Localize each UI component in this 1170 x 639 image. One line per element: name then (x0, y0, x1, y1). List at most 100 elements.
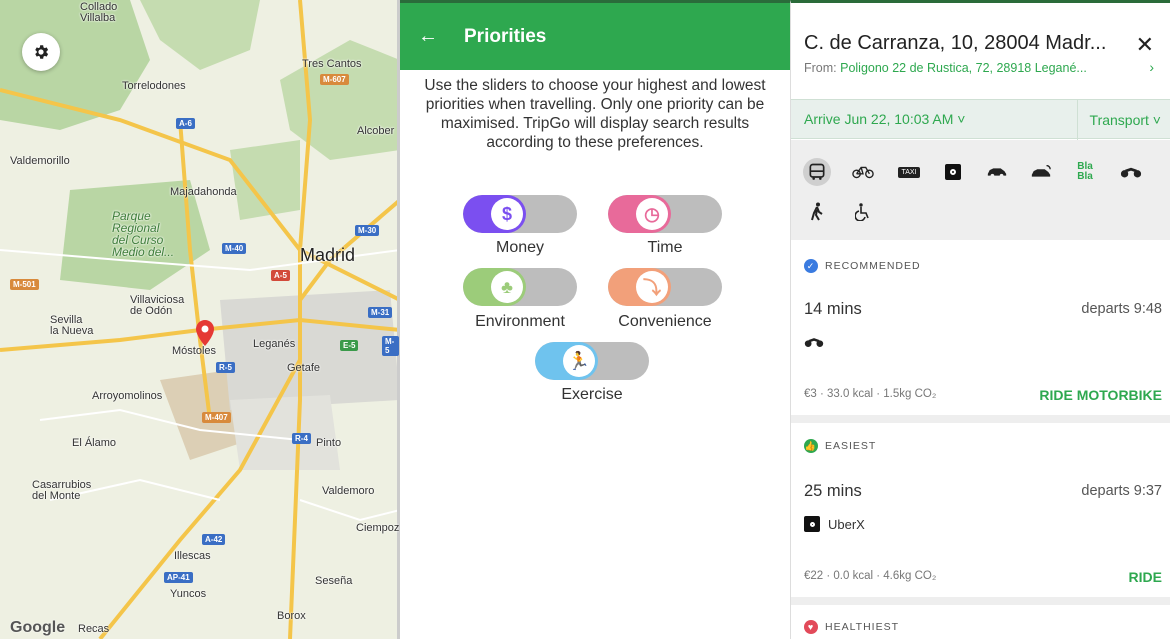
map-label-valdemoro: Valdemoro (322, 485, 375, 497)
time-label: Time (647, 239, 683, 256)
map-settings-button[interactable] (22, 33, 60, 71)
walking-icon[interactable] (803, 198, 831, 226)
environment-slider[interactable]: ♣ (463, 268, 577, 306)
wheelchair-icon[interactable] (849, 198, 877, 226)
dollar-icon[interactable]: $ (491, 198, 523, 230)
divider (791, 415, 1170, 423)
map-label-villaviciosa: Villaviciosa de Odón (130, 294, 185, 317)
car-glyph (987, 168, 1007, 178)
google-logo: Google (10, 619, 66, 636)
trip-departs: departs 9:37 (1081, 483, 1162, 499)
time-slider[interactable]: ◷ (608, 195, 722, 233)
money-label: Money (495, 239, 545, 256)
transport-modes-bar: TAXI Bla Bla (791, 140, 1170, 240)
map-label-mostoles: Móstoles (172, 345, 217, 357)
trip-departs: departs 9:48 (1081, 301, 1162, 317)
time-bar: Arrive Jun 22, 10:03 AM ˅ Transport ˅ (791, 99, 1170, 140)
recommended-badge: ✓ RECOMMENDED (804, 259, 921, 273)
transport-selector[interactable]: Transport ˅ (1076, 100, 1161, 140)
priorities-description: Use the sliders to choose your highest a… (424, 77, 766, 151)
trip-mode (804, 336, 824, 348)
map-view[interactable]: Collado Villalba Torrelodones Tres Canto… (0, 0, 400, 639)
map-label-leganes: Leganés (253, 338, 296, 350)
map-label-parque-regional: Parque Regional del Curso Medio del... (112, 209, 175, 259)
trip-mode: UberX (804, 516, 865, 532)
map-label-getafe: Getafe (287, 362, 321, 374)
map-label-illescas: Illescas (174, 550, 211, 562)
bus-glyph (809, 163, 825, 180)
priorities-title: Priorities (464, 25, 547, 47)
destination-title: C. de Carranza, 10, 28004 Madr... (804, 32, 1107, 54)
motorbike-icon (804, 338, 824, 347)
road-shield-ap41: AP-41 (164, 572, 193, 583)
location-pin-icon[interactable] (196, 320, 214, 346)
road-shield-a5: A-5 (271, 270, 290, 281)
road-shield-a42: A-42 (202, 534, 226, 545)
map-label-el-alamo: El Álamo (72, 437, 117, 449)
uber-glyph (945, 164, 961, 180)
convenience-slider[interactable]: ⤵ (608, 268, 722, 306)
map-label-collado-villalba: Collado Villalba (80, 1, 118, 24)
map-label-majadahonda: Majadahonda (170, 186, 237, 198)
walking-glyph (811, 202, 823, 221)
road-shield-m607: M-607 (320, 74, 349, 85)
road-shield-m40: M-40 (222, 243, 247, 254)
road-shield-m501: M-501 (10, 279, 39, 290)
bus-icon[interactable] (803, 158, 831, 186)
wheelchair-glyph (855, 203, 869, 221)
map-label-tres-cantos: Tres Cantos (302, 58, 362, 70)
bicycle-glyph (852, 166, 874, 179)
priorities-panel: ← Priorities Use the sliders to choose y… (400, 0, 790, 639)
road-shield-m407: M-407 (202, 412, 231, 423)
uber-icon[interactable] (939, 158, 967, 186)
map-label-borox: Borox (277, 610, 306, 622)
map-label-pinto: Pinto (316, 437, 342, 449)
motorbike-icon[interactable] (1117, 158, 1145, 186)
clock-icon[interactable]: ◷ (636, 198, 668, 230)
priorities-header: ← Priorities (400, 0, 790, 70)
trip-duration[interactable]: 25 mins (804, 482, 862, 501)
badge-label: HEALTHIEST (825, 621, 899, 633)
environment-label: Environment (475, 313, 565, 330)
blablacar-icon[interactable]: Bla Bla (1071, 158, 1099, 186)
map-label-yuncos: Yuncos (170, 588, 207, 600)
map-label-torrelodones: Torrelodones (122, 80, 186, 92)
car-icon[interactable] (983, 158, 1011, 186)
motorbike-glyph (1120, 167, 1142, 178)
map-label-sevilla: Sevilla la Nueva (50, 314, 94, 337)
results-panel: C. de Carranza, 10, 28004 Madr... ✕ From… (790, 0, 1170, 639)
exercise-label: Exercise (561, 386, 623, 403)
road-shield-r4: R-4 (292, 433, 311, 444)
money-slider[interactable]: $ (463, 195, 577, 233)
trip-meta: €3 · 33.0 kcal · 1.5kg CO₂ (804, 388, 937, 400)
from-row[interactable]: From: Poligono 22 de Rustica, 72, 28918 … (804, 61, 1087, 75)
road-shield-r5: R-5 (216, 362, 235, 373)
running-person-icon[interactable]: 🏃 (563, 345, 595, 377)
healthiest-badge: ♥ HEALTHIEST (804, 620, 899, 634)
map-label-madrid: Madrid (300, 245, 356, 265)
trip-duration[interactable]: 14 mins (804, 300, 862, 319)
close-icon[interactable]: ✕ (1136, 32, 1154, 58)
arrive-time-selector[interactable]: Arrive Jun 22, 10:03 AM ˅ (804, 111, 965, 127)
taxi-icon[interactable]: TAXI (895, 158, 923, 186)
exercise-slider[interactable]: 🏃 (535, 342, 649, 380)
chevron-right-icon[interactable]: › (1149, 59, 1154, 75)
uber-icon (804, 516, 820, 532)
convenience-label: Convenience (618, 313, 712, 330)
tree-icon[interactable]: ♣ (491, 271, 523, 303)
ride-button[interactable]: RIDE (1129, 569, 1162, 585)
taxi-glyph: TAXI (898, 166, 920, 178)
map-label-ciempozuelos: Ciempoz (356, 522, 400, 534)
road-shield-m5: M-5 (382, 336, 399, 356)
road-shield-e5: E-5 (340, 340, 359, 351)
convenience-icon[interactable]: ⤵ (636, 271, 668, 303)
heart-icon: ♥ (804, 620, 818, 634)
check-badge-icon: ✓ (804, 259, 818, 273)
map-label-arroyomolinos: Arroyomolinos (92, 390, 163, 402)
back-arrow-icon[interactable]: ← (418, 25, 464, 48)
ride-motorbike-button[interactable]: RIDE MOTORBIKE (1039, 387, 1162, 403)
bicycle-icon[interactable] (849, 158, 877, 186)
from-address: Poligono 22 de Rustica, 72, 28918 Legané… (840, 61, 1087, 75)
easiest-badge: 👍 EASIEST (804, 439, 876, 453)
car-share-icon[interactable] (1027, 158, 1055, 186)
